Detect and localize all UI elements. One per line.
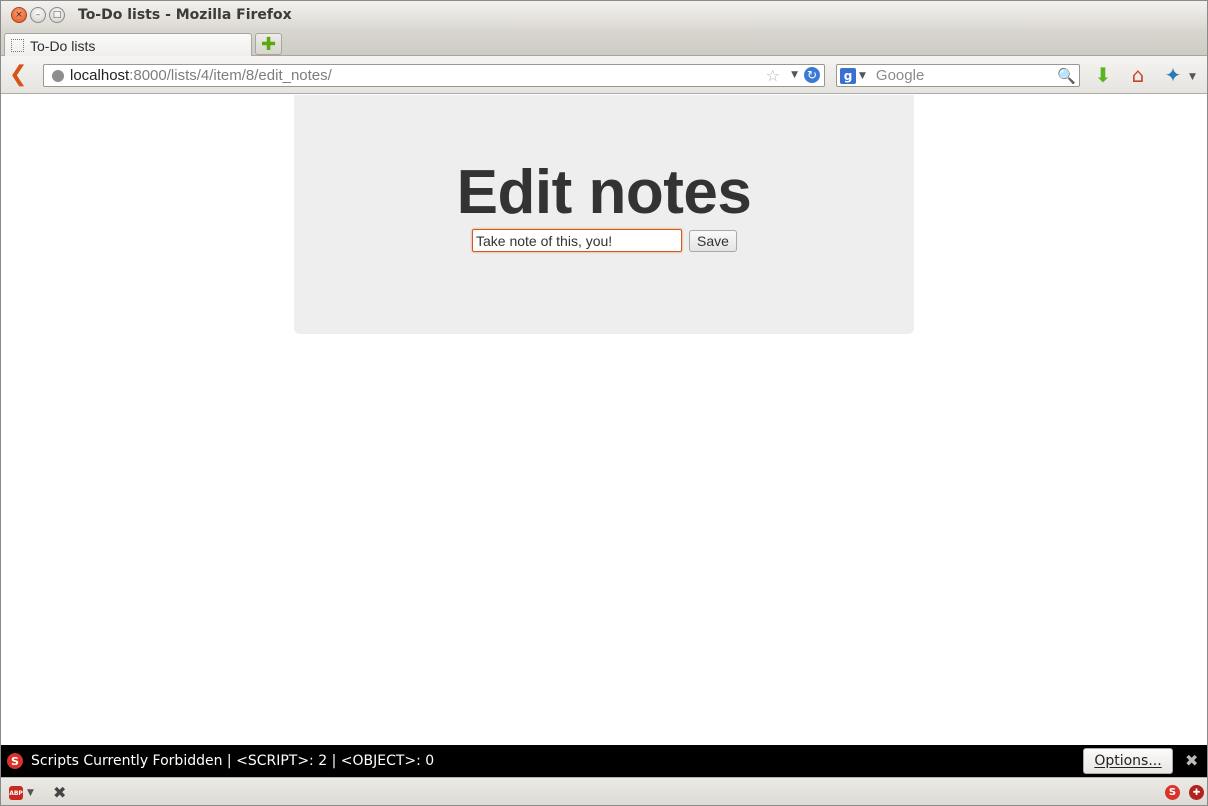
navigation-toolbar: ❮ localhost:8000/lists/4/item/8/edit_not… — [1, 56, 1207, 94]
url-history-dropdown-icon[interactable]: ▼ — [791, 70, 798, 80]
tab-todo-lists[interactable]: To-Do lists — [4, 33, 252, 57]
url-text[interactable]: localhost:8000/lists/4/item/8/edit_notes… — [70, 67, 332, 84]
jumbotron: Edit notes Save — [294, 95, 914, 334]
addon-bar-close-icon[interactable]: ✖ — [53, 783, 66, 802]
adblock-plus-icon[interactable]: ABP — [9, 786, 23, 800]
page-title: Edit notes — [456, 158, 752, 227]
page-favicon-icon — [11, 39, 24, 52]
search-magnifier-icon[interactable]: 🔍 — [1057, 67, 1076, 85]
window-title: To-Do lists - Mozilla Firefox — [78, 7, 292, 23]
tab-label: To-Do lists — [30, 37, 96, 54]
noscript-message: Scripts Currently Forbidden | <SCRIPT>: … — [31, 753, 435, 769]
search-input[interactable]: Google — [876, 67, 924, 84]
maximize-window-button[interactable]: □ — [49, 7, 65, 23]
bookmark-star-icon[interactable]: ☆ — [766, 66, 780, 85]
search-engine-icon[interactable]: g — [840, 67, 856, 84]
save-button[interactable]: Save — [689, 230, 737, 252]
window-controls: × – □ — [11, 7, 65, 23]
reload-button[interactable]: ↻ — [804, 67, 820, 83]
adblock-dropdown-icon[interactable]: ▼ — [27, 788, 34, 798]
noscript-notification-bar: S Scripts Currently Forbidden | <SCRIPT>… — [1, 745, 1207, 777]
noscript-options-button[interactable]: Options... — [1083, 748, 1173, 774]
page-content: Edit notes Save — [1, 95, 1207, 745]
home-button[interactable]: ⌂ — [1126, 63, 1150, 87]
firefox-window: × – □ To-Do lists - Mozilla Firefox To-D… — [0, 0, 1208, 806]
url-host: localhost — [70, 67, 130, 84]
minimize-window-button[interactable]: – — [30, 7, 46, 23]
search-bar[interactable]: g ▼ Google 🔍 — [836, 64, 1080, 87]
addon-status-icon[interactable]: ✚ — [1189, 785, 1204, 800]
noscript-status-icon[interactable]: S — [1165, 785, 1180, 800]
addon-dropdown-icon[interactable]: ▼ — [1189, 72, 1196, 82]
notes-input[interactable] — [472, 229, 682, 252]
search-engine-dropdown-icon[interactable]: ▼ — [859, 71, 866, 81]
tab-strip: To-Do lists ✚ — [1, 29, 1207, 57]
new-tab-button[interactable]: ✚ — [255, 33, 282, 55]
noscript-icon: S — [7, 753, 23, 769]
addon-toolbar-icon[interactable]: ✦ — [1161, 63, 1185, 87]
downloads-button[interactable]: ⬇ — [1091, 63, 1115, 87]
close-window-button[interactable]: × — [11, 7, 27, 23]
url-path: :8000/lists/4/item/8/edit_notes/ — [129, 67, 332, 84]
addon-bar: ABP ▼ ✖ S ✚ — [1, 777, 1207, 805]
title-bar: × – □ To-Do lists - Mozilla Firefox — [1, 1, 1207, 29]
noscript-close-icon[interactable]: ✖ — [1185, 751, 1198, 770]
back-button[interactable]: ❮ — [9, 64, 29, 86]
site-identity-icon[interactable] — [52, 69, 64, 82]
url-bar[interactable]: localhost:8000/lists/4/item/8/edit_notes… — [43, 64, 825, 87]
